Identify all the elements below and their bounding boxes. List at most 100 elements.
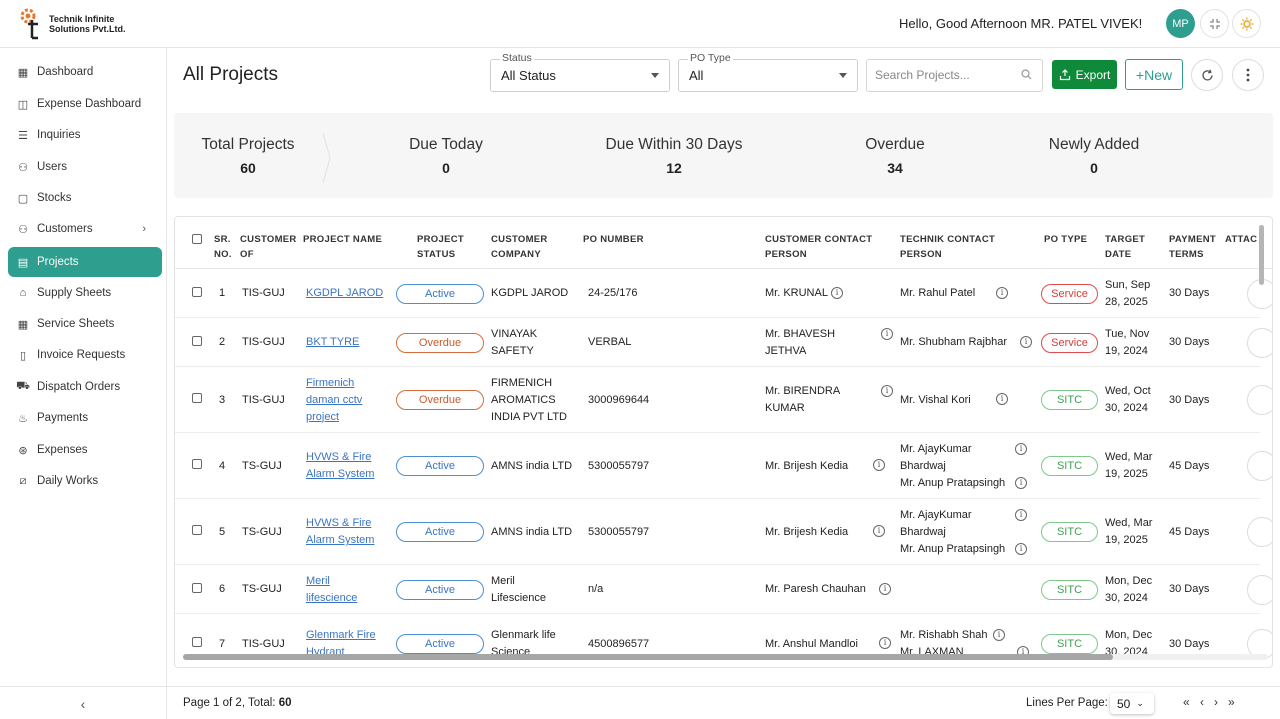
vertical-scrollbar[interactable]	[1259, 225, 1264, 285]
col-sr-no[interactable]: SR. NO.	[214, 232, 232, 262]
info-icon[interactable]: i	[879, 637, 891, 649]
project-name-link[interactable]: Meril lifescience	[306, 573, 357, 607]
info-icon[interactable]: i	[996, 286, 1008, 299]
row-checkbox[interactable]	[192, 525, 202, 535]
sidebar-item-daily-works[interactable]: ⧄ Daily Works	[8, 466, 162, 496]
project-status-badge[interactable]: Active	[396, 522, 484, 542]
col-po-type[interactable]: PO TYPE	[1044, 232, 1087, 247]
project-status-badge[interactable]: Active	[396, 634, 484, 654]
horizontal-scrollbar[interactable]	[183, 654, 1268, 660]
last-page-icon[interactable]: »	[1228, 695, 1235, 709]
customer-company-cell: FIRMENICH AROMATICS INDIA PVT LTD	[491, 376, 568, 423]
info-icon[interactable]: i	[1015, 476, 1027, 489]
horizontal-scrollbar-thumb[interactable]	[183, 654, 1113, 660]
project-name-link[interactable]: KGDPL JAROD	[306, 285, 383, 302]
row-checkbox[interactable]	[192, 637, 202, 647]
table-row[interactable]: 3 TIS-GUJ Firmenich daman cctv project Overdu…	[175, 367, 1272, 433]
row-checkbox[interactable]	[192, 335, 202, 346]
info-icon[interactable]: i	[879, 582, 891, 595]
stat-total-projects[interactable]: Total Projects 60	[196, 136, 300, 176]
info-icon[interactable]: i	[873, 459, 885, 471]
info-icon[interactable]: i	[1015, 442, 1027, 455]
project-name-link[interactable]: HVWS & Fire Alarm System	[306, 449, 374, 483]
theme-sun-icon[interactable]	[1232, 9, 1261, 38]
sidebar-item-expenses[interactable]: ⊛ Expenses	[8, 435, 162, 465]
fullscreen-exit-icon[interactable]	[1200, 9, 1229, 38]
col-customer-company[interactable]: CUSTOMER COMPANY	[491, 232, 548, 262]
sidebar-item-customers[interactable]: ⚇ Customers ›	[8, 214, 162, 244]
new-project-button[interactable]: +New	[1125, 59, 1183, 90]
sidebar-item-service-sheets[interactable]: ▦ Service Sheets	[8, 309, 162, 339]
project-status-badge[interactable]: Active	[396, 456, 484, 476]
col-project-name[interactable]: PROJECT NAME	[303, 232, 382, 247]
export-button[interactable]: Export	[1052, 60, 1117, 89]
invoice-icon: ▯	[19, 349, 27, 362]
attachment-button[interactable]	[1247, 327, 1272, 358]
stat-due-today[interactable]: Due Today 0	[386, 136, 506, 176]
info-icon[interactable]: i	[993, 629, 1005, 641]
col-target-date[interactable]: TARGET DATE	[1105, 232, 1145, 262]
col-customer-of[interactable]: CUSTOMER OF	[240, 232, 297, 262]
sidebar-item-invoice-requests[interactable]: ▯ Invoice Requests	[8, 340, 162, 370]
user-avatar[interactable]: MP	[1166, 9, 1195, 38]
info-icon[interactable]: i	[881, 385, 893, 397]
col-technik-contact[interactable]: TECHNIK CONTACT PERSON	[900, 232, 995, 262]
sidebar-item-payments[interactable]: ♨ Payments	[8, 403, 162, 433]
lines-per-page-select[interactable]: 50 ⌄	[1110, 693, 1154, 714]
row-checkbox[interactable]	[192, 459, 202, 469]
table-row[interactable]: 1 TIS-GUJ KGDPL JAROD Active KGDPL JAROD 24-2…	[175, 269, 1272, 318]
refresh-icon[interactable]	[1191, 59, 1223, 91]
row-checkbox[interactable]	[192, 393, 202, 403]
project-status-badge[interactable]: Overdue	[396, 332, 484, 353]
info-icon[interactable]: i	[1020, 335, 1032, 348]
sidebar-item-inquiries[interactable]: ☰ Inquiries	[8, 120, 162, 150]
sidebar-item-users[interactable]: ⚇ Users	[8, 152, 162, 182]
table-row[interactable]: 4 TS-GUJ HVWS & Fire Alarm System Active AMNS…	[175, 433, 1272, 499]
attachment-button[interactable]	[1247, 574, 1272, 605]
project-status-badge[interactable]: Overdue	[396, 390, 484, 410]
attachment-button[interactable]	[1247, 385, 1272, 415]
row-checkbox[interactable]	[192, 286, 202, 297]
attachment-button[interactable]	[1247, 451, 1272, 481]
sidebar-item-supply-sheets[interactable]: ⌂ Supply Sheets	[8, 278, 162, 308]
prev-page-icon[interactable]: ‹	[1200, 695, 1204, 709]
stat-newly-added[interactable]: Newly Added 0	[1034, 136, 1154, 176]
stat-overdue[interactable]: Overdue 34	[845, 136, 945, 176]
first-page-icon[interactable]: «	[1183, 695, 1190, 709]
info-icon[interactable]: i	[873, 525, 885, 537]
project-name-link[interactable]: HVWS & Fire Alarm System	[306, 515, 374, 549]
po-type-filter-select[interactable]: PO Type All	[678, 52, 858, 92]
col-attachments[interactable]: ATTAC	[1225, 232, 1257, 247]
sidebar-item-dispatch-orders[interactable]: ⛟ Dispatch Orders	[8, 372, 162, 402]
col-customer-contact[interactable]: CUSTOMER CONTACT PERSON	[765, 232, 872, 262]
sidebar-item-expense-dashboard[interactable]: ◫ Expense Dashboard	[8, 89, 162, 119]
next-page-icon[interactable]: ›	[1214, 695, 1218, 709]
select-all-checkbox[interactable]	[192, 234, 202, 244]
sidebar-item-projects[interactable]: ▤ Projects	[8, 247, 162, 277]
sidebar-item-dashboard[interactable]: ▦ Dashboard	[8, 57, 162, 87]
project-status-badge[interactable]: Active	[396, 579, 484, 600]
project-status-badge[interactable]: Active	[396, 283, 484, 304]
col-po-number[interactable]: PO NUMBER	[583, 232, 644, 247]
project-name-link[interactable]: BKT TYRE	[306, 334, 359, 351]
search-input[interactable]	[875, 68, 1015, 82]
row-checkbox[interactable]	[192, 582, 202, 593]
attachment-button[interactable]	[1247, 517, 1272, 547]
info-icon[interactable]: i	[1015, 542, 1027, 555]
col-project-status[interactable]: PROJECT STATUS	[417, 232, 464, 262]
info-icon[interactable]: i	[1015, 508, 1027, 521]
table-row[interactable]: 6 TS-GUJ Meril lifescience Active Meril Lifesc…	[175, 565, 1272, 614]
col-payment-terms[interactable]: PAYMENT TERMS	[1169, 232, 1216, 262]
sidebar-item-stocks[interactable]: ▢ Stocks	[8, 183, 162, 213]
info-icon[interactable]: i	[996, 393, 1008, 405]
more-options-icon[interactable]	[1232, 59, 1264, 91]
stat-due-within-30-days[interactable]: Due Within 30 Days 12	[594, 136, 754, 176]
info-icon[interactable]: i	[831, 286, 843, 299]
info-icon[interactable]: i	[881, 327, 893, 340]
collapse-sidebar-icon[interactable]: ‹	[0, 687, 167, 719]
project-name-link[interactable]: Firmenich daman cctv project	[306, 375, 362, 426]
table-row[interactable]: 2 TIS-GUJ BKT TYRE Overdue VINAYAK SAFETY VERB…	[175, 318, 1272, 367]
company-logo[interactable]: Technik Infinite Solutions Pvt.Ltd.	[20, 8, 126, 40]
table-row[interactable]: 5 TS-GUJ HVWS & Fire Alarm System Active AMNS…	[175, 499, 1272, 565]
status-filter-select[interactable]: Status All Status	[490, 52, 670, 92]
